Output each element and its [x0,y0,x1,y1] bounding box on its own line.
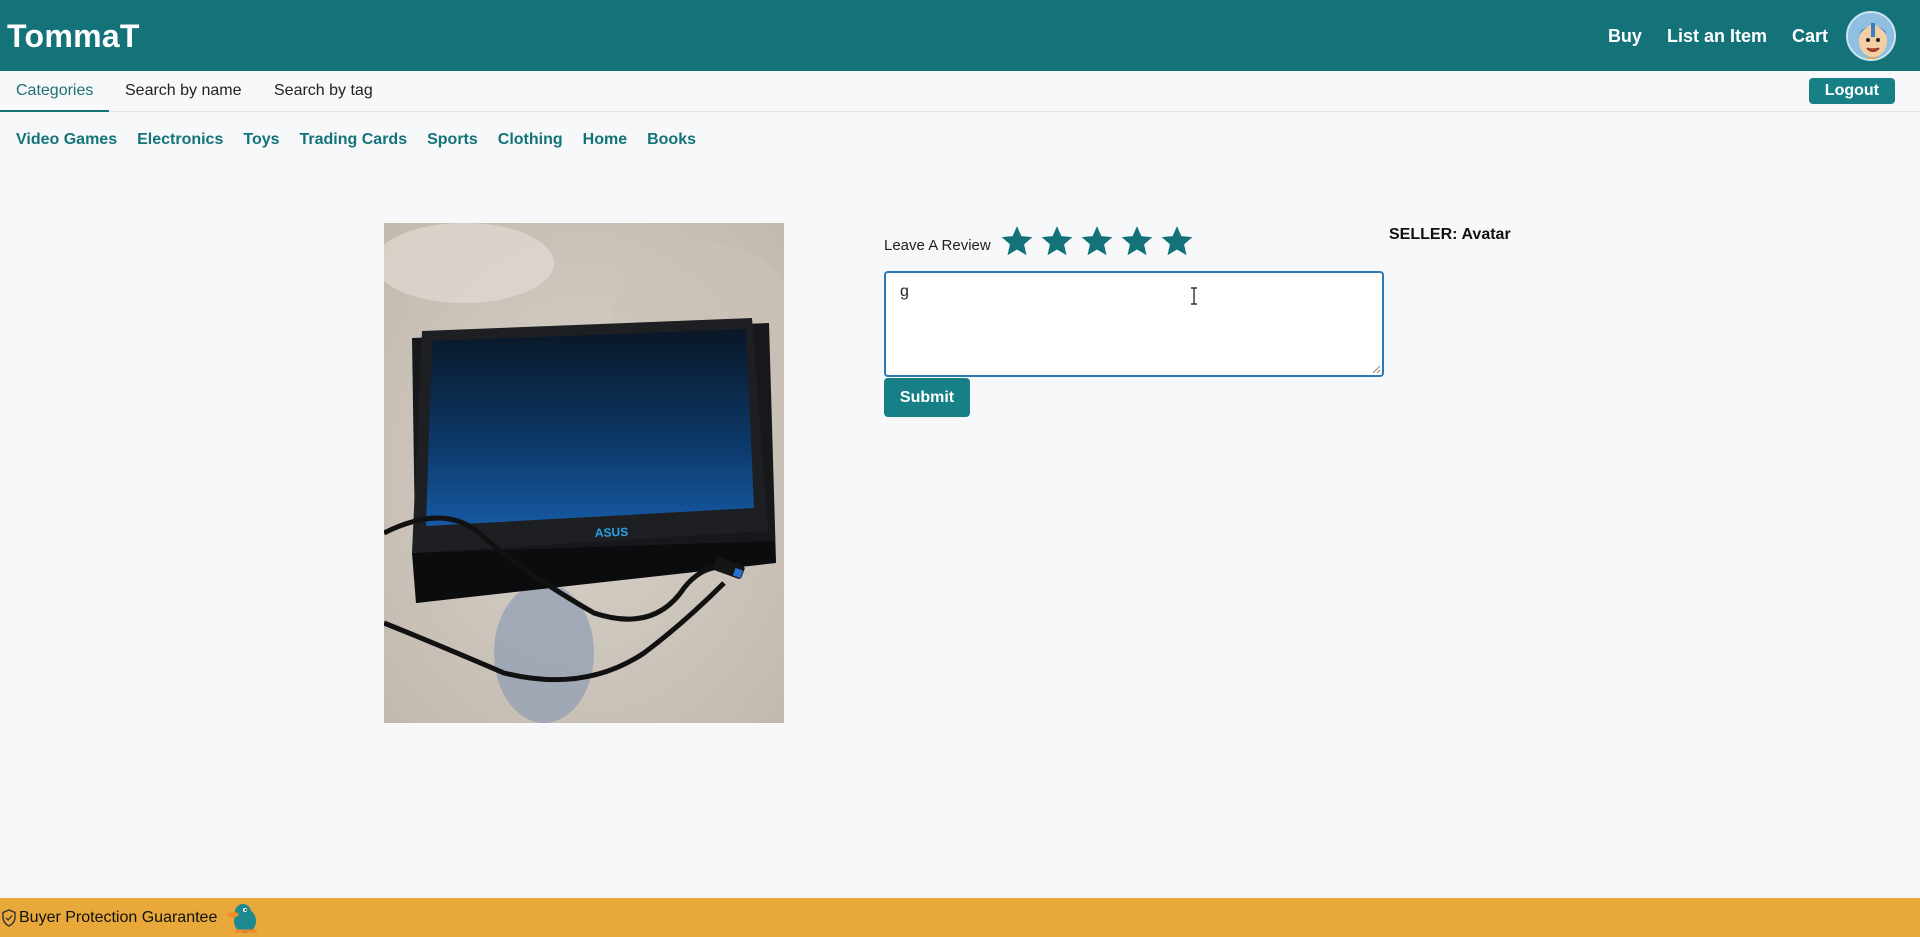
category-books[interactable]: Books [647,131,696,149]
seller-label: SELLER: [1389,226,1458,243]
product-photo-icon: ASUS [384,223,784,723]
user-avatar[interactable] [1846,11,1896,61]
category-video-games[interactable]: Video Games [16,131,117,149]
star-icon[interactable] [1120,224,1154,258]
seller-info: SELLER: Avatar [1385,226,1511,244]
star-icon[interactable] [1000,224,1034,258]
nav-cart-link[interactable]: Cart [1792,26,1828,47]
star-icon[interactable] [1040,224,1074,258]
submit-button[interactable]: Submit [884,378,970,417]
sub-navigation: Categories Search by name Search by tag … [0,71,1920,112]
footer-bar: Buyer Protection Guarantee [0,898,1920,937]
seller-name: Avatar [1461,226,1511,243]
rating-stars [1000,224,1194,258]
avatar-icon [1848,13,1894,59]
nav-list-item-link[interactable]: List an Item [1667,26,1767,47]
review-textarea[interactable]: g [884,271,1384,377]
leave-review-label: Leave A Review [884,237,991,254]
category-electronics[interactable]: Electronics [137,131,223,149]
svg-text:ASUS: ASUS [595,525,629,540]
tab-search-by-name[interactable]: Search by name [109,71,258,112]
star-icon[interactable] [1080,224,1114,258]
buyer-protection-text: Buyer Protection Guarantee [19,908,218,926]
category-trading-cards[interactable]: Trading Cards [300,131,408,149]
category-toys[interactable]: Toys [243,131,279,149]
resize-grip-icon[interactable] [1372,365,1381,374]
category-sports[interactable]: Sports [427,131,478,149]
header-nav: Buy List an Item Cart [1583,10,1896,62]
product-image: ASUS [384,223,784,723]
nav-buy-link[interactable]: Buy [1608,26,1642,47]
shield-icon [2,908,16,927]
tab-categories[interactable]: Categories [0,71,110,112]
brand-logo[interactable]: TommaT [7,18,140,55]
category-clothing[interactable]: Clothing [498,131,563,149]
top-header: TommaT Buy List an Item Cart [0,0,1920,71]
category-home[interactable]: Home [583,131,627,149]
tab-search-by-tag[interactable]: Search by tag [258,71,389,112]
category-list: Video Games Electronics Toys Trading Car… [16,131,696,149]
star-icon[interactable] [1160,224,1194,258]
logout-button[interactable]: Logout [1808,78,1895,104]
text-cursor-icon [1191,287,1197,305]
platypus-mascot-icon [227,903,258,933]
